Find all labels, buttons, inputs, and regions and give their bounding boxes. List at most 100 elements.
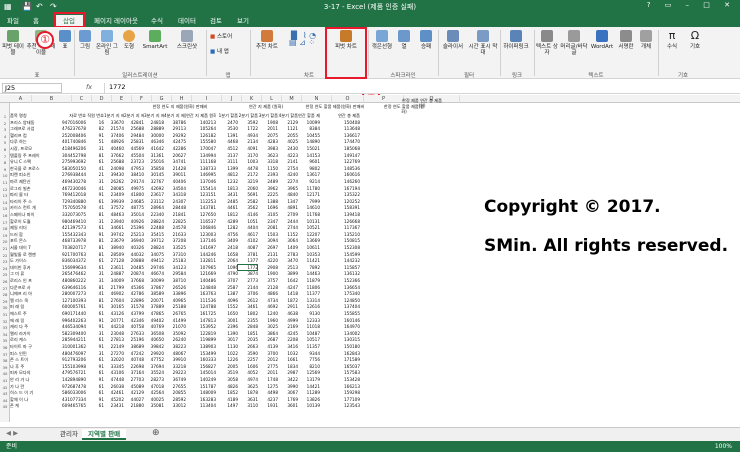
- cell[interactable]: 29223: [164, 370, 186, 375]
- cell[interactable]: 467230046: [54, 186, 86, 191]
- cell[interactable]: 41800: [124, 192, 144, 197]
- cell[interactable]: 마르 제탄신: [10, 179, 54, 184]
- row-number[interactable]: 8: [0, 160, 10, 165]
- cell[interactable]: 29113: [164, 126, 186, 131]
- cell[interactable]: 포트 몬스: [10, 238, 54, 243]
- cell[interactable]: 2908: [258, 265, 278, 270]
- cell[interactable]: 2064: [216, 258, 238, 263]
- cell[interactable]: 22896: [124, 298, 144, 303]
- cell[interactable]: 3519: [216, 370, 238, 375]
- cell[interactable]: 836034372: [54, 258, 86, 263]
- cell[interactable]: 479576721: [54, 370, 86, 375]
- cell[interactable]: 275993692: [54, 159, 86, 164]
- cell[interactable]: 37164: [124, 370, 144, 375]
- cell[interactable]: 27655: [164, 384, 186, 389]
- cell[interactable]: 153499: [186, 351, 216, 356]
- cell[interactable]: 1960: [258, 318, 278, 323]
- cell[interactable]: 91: [86, 133, 104, 138]
- cell[interactable]: 42564: [144, 390, 164, 395]
- cell[interactable]: 2587: [216, 285, 238, 290]
- cell[interactable]: 1003: [238, 159, 258, 164]
- cell[interactable]: 34075: [144, 252, 164, 257]
- cell[interactable]: 150815: [320, 238, 360, 243]
- cell[interactable]: 41: [86, 166, 104, 171]
- cell[interactable]: 1802: [238, 311, 258, 316]
- cell[interactable]: 113404: [186, 403, 216, 408]
- cell[interactable]: 1150: [258, 166, 278, 171]
- cell[interactable]: 3631: [238, 397, 258, 402]
- cell[interactable]: 127650: [186, 212, 216, 217]
- cell[interactable]: 10455: [298, 133, 320, 138]
- cell[interactable]: 4404: [238, 225, 258, 230]
- column-header[interactable]: F: [132, 95, 152, 103]
- cell[interactable]: 직원 번호: [86, 113, 104, 118]
- cell[interactable]: 헬리프 컴: [10, 133, 54, 138]
- cell[interactable]: 1388: [258, 199, 278, 204]
- cell[interactable]: 2663: [238, 344, 258, 349]
- cell[interactable]: 1769: [278, 397, 298, 402]
- cell[interactable]: 에스트 주: [10, 311, 54, 316]
- cell[interactable]: 158391: [320, 205, 360, 210]
- cell[interactable]: 4891: [278, 205, 298, 210]
- cell[interactable]: 할체 이 나: [10, 397, 54, 402]
- cell[interactable]: 36749: [164, 377, 186, 382]
- cell[interactable]: 38223: [164, 344, 186, 349]
- cell[interactable]: 111168: [186, 159, 216, 164]
- cell[interactable]: 3017: [216, 337, 238, 342]
- cell[interactable]: 2775: [258, 364, 278, 369]
- cell[interactable]: 3623: [258, 153, 278, 158]
- cell[interactable]: 1130: [216, 344, 238, 349]
- cell[interactable]: 151787: [186, 384, 216, 389]
- cell[interactable]: 48926: [104, 139, 124, 144]
- cell[interactable]: 4478: [238, 166, 258, 171]
- cell[interactable]: 40650: [144, 337, 164, 342]
- cell[interactable]: 106846: [186, 225, 216, 230]
- cell[interactable]: 42692: [144, 186, 164, 191]
- cell[interactable]: 586033006: [54, 390, 86, 395]
- cell[interactable]: 150180: [320, 344, 360, 349]
- cell[interactable]: 42346: [124, 318, 144, 323]
- cell[interactable]: 다루 하는: [10, 139, 54, 144]
- cell[interactable]: 138733: [186, 166, 216, 171]
- cell[interactable]: 1분기 지 제품: [104, 113, 124, 118]
- cell[interactable]: 310001362: [54, 344, 86, 349]
- cell[interactable]: 141697: [186, 245, 216, 250]
- cell[interactable]: 136132: [320, 271, 360, 276]
- cell[interactable]: 13617: [298, 172, 320, 177]
- cell[interactable]: 2005: [216, 364, 238, 369]
- cell[interactable]: 480476097: [54, 351, 86, 356]
- cell[interactable]: 136654: [320, 285, 360, 290]
- cell[interactable]: 2355: [238, 318, 258, 323]
- cell[interactable]: 431077334: [54, 397, 86, 402]
- cell[interactable]: 40926: [124, 219, 144, 224]
- cell[interactable]: 48775: [124, 205, 144, 210]
- cell[interactable]: 4091: [238, 146, 258, 151]
- cell[interactable]: 10611: [298, 245, 320, 250]
- cell[interactable]: 2035: [238, 337, 258, 342]
- row-number[interactable]: 19: [0, 233, 10, 238]
- cell[interactable]: 113648: [320, 126, 360, 131]
- cell[interactable]: 2582: [238, 199, 258, 204]
- cell[interactable]: 2075: [258, 133, 278, 138]
- cell[interactable]: 14421: [298, 384, 320, 389]
- cell[interactable]: 2848: [238, 324, 258, 329]
- row-number[interactable]: 34: [0, 332, 10, 337]
- cell[interactable]: 138903: [186, 344, 216, 349]
- cell[interactable]: 1032: [278, 351, 298, 356]
- cell[interactable]: 11421: [298, 258, 320, 263]
- sparkline-line-button[interactable]: 꺾은선형: [370, 30, 394, 50]
- cell[interactable]: 24578: [164, 225, 186, 230]
- cell[interactable]: 143781: [186, 205, 216, 210]
- cell[interactable]: 3001: [216, 318, 238, 323]
- cell[interactable]: 3700: [258, 351, 278, 356]
- cell[interactable]: 다운프로 사: [10, 285, 54, 290]
- cell[interactable]: 174470: [320, 139, 360, 144]
- cell[interactable]: 468733978: [54, 238, 86, 243]
- cell[interactable]: 1121: [278, 126, 298, 131]
- cell[interactable]: 42475: [164, 139, 186, 144]
- cell[interactable]: 4756: [216, 232, 238, 237]
- cell[interactable]: 20071: [144, 298, 164, 303]
- cell[interactable]: 3318: [258, 159, 278, 164]
- cell[interactable]: 2744: [278, 225, 298, 230]
- cell[interactable]: 3025: [258, 324, 278, 329]
